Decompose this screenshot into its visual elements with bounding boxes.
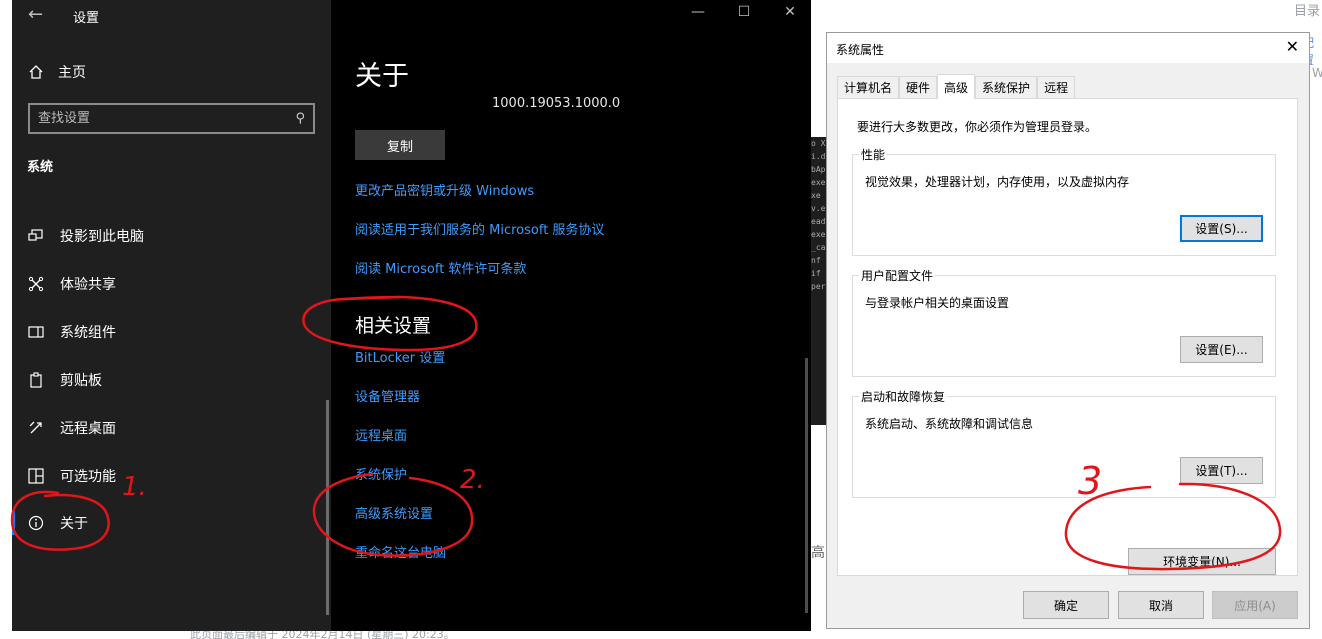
sidebar-item-clipboard[interactable]: 剪贴板	[12, 360, 331, 400]
search-box[interactable]: ⚲	[28, 103, 315, 134]
group-label: 用户配置文件	[859, 267, 936, 284]
minimize-icon[interactable]: —	[689, 4, 707, 20]
bitlocker-link[interactable]: BitLocker 设置	[355, 347, 445, 366]
close-icon[interactable]: ✕	[781, 4, 799, 20]
performance-group: 性能 视觉效果，处理器计划，内存使用，以及虚拟内存 设置(S)...	[852, 146, 1276, 256]
remote-desktop-icon	[29, 421, 42, 434]
home-icon	[29, 65, 43, 79]
copy-button[interactable]: 复制	[355, 130, 445, 160]
cancel-button[interactable]: 取消	[1118, 591, 1204, 619]
tab-computer-name[interactable]: 计算机名	[837, 76, 900, 98]
content-scrollbar[interactable]	[805, 358, 808, 613]
maximize-icon[interactable]: ☐	[735, 4, 753, 20]
group-label: 性能	[859, 146, 888, 163]
group-description: 系统启动、系统故障和调试信息	[865, 417, 1034, 431]
remote-desktop-link[interactable]: 远程桌面	[355, 425, 407, 444]
version-text: 1000.19053.1000.0	[492, 96, 621, 111]
performance-settings-button[interactable]: 设置(S)...	[1180, 215, 1263, 242]
clipboard-icon	[30, 372, 42, 388]
sidebar-item-label: 剪贴板	[60, 373, 102, 389]
sidebar-item-shared-experiences[interactable]: 体验共享	[12, 264, 331, 304]
system-components-icon	[28, 326, 44, 338]
related-settings-title: 相关设置	[355, 315, 432, 337]
tab-system-protection[interactable]: 系统保护	[975, 76, 1038, 98]
app-title: 设置	[73, 11, 100, 26]
tab-advanced[interactable]: 高级	[937, 74, 976, 99]
startup-recovery-group: 启动和故障恢复 系统启动、系统故障和调试信息 设置(T)...	[852, 388, 1276, 498]
group-description: 视觉效果，处理器计划，内存使用，以及虚拟内存	[865, 175, 1130, 189]
system-protection-link[interactable]: 系统保护	[355, 464, 407, 483]
settings-titlebar: ← 设置	[12, 0, 331, 32]
sidebar-scrollbar[interactable]	[326, 400, 329, 615]
tab-remote[interactable]: 远程	[1037, 76, 1076, 98]
home-label: 主页	[58, 65, 86, 81]
info-icon	[28, 515, 44, 531]
sidebar-item-label: 远程桌面	[60, 421, 116, 437]
rename-pc-link[interactable]: 重命名这台电脑	[355, 542, 446, 561]
share-experience-icon	[28, 276, 44, 292]
sidebar-item-remote-desktop[interactable]: 远程桌面	[12, 408, 331, 448]
about-page: — ☐ ✕ 关于 1000.19053.1000.0 复制 更改产品密钥或升级 …	[331, 0, 811, 631]
startup-recovery-settings-button[interactable]: 设置(T)...	[1180, 457, 1263, 484]
advanced-system-settings-link[interactable]: 高级系统设置	[355, 503, 433, 522]
search-input[interactable]	[38, 111, 296, 126]
sidebar-item-about[interactable]: 关于	[12, 503, 331, 543]
sidebar-item-label: 关于	[60, 516, 88, 532]
dialog-close-icon[interactable]: ✕	[1286, 37, 1299, 56]
sidebar-item-label: 投影到此电脑	[60, 229, 144, 245]
dialog-titlebar: 系统属性 ✕	[827, 33, 1309, 63]
group-label: 启动和故障恢复	[859, 388, 948, 405]
admin-note: 要进行大多数更改，你必须作为管理员登录。	[857, 120, 1098, 134]
environment-variables-button[interactable]: 环境变量(N)...	[1128, 548, 1276, 575]
sidebar-item-label: 可选功能	[60, 469, 116, 485]
apply-button[interactable]: 应用(A)	[1212, 591, 1298, 619]
optional-features-icon	[28, 468, 44, 484]
device-manager-link[interactable]: 设备管理器	[355, 386, 420, 405]
user-profiles-settings-button[interactable]: 设置(E)...	[1180, 336, 1263, 363]
service-agreement-link[interactable]: 阅读适用于我们服务的 Microsoft 服务协议	[355, 219, 604, 238]
page-title: 关于	[355, 61, 409, 92]
user-profiles-group: 用户配置文件 与登录帐户相关的桌面设置 设置(E)...	[852, 267, 1276, 377]
system-properties-dialog: 系统属性 ✕ 计算机名 硬件 高级 系统保护 远程 要进行大多数更改，你必须作为…	[826, 32, 1310, 629]
settings-sidebar: ← 设置 主页 ⚲ 系统 投影到此电脑 体验共享 系统组件 剪贴板	[12, 0, 331, 631]
bg-side-text: 高	[811, 545, 825, 561]
window-controls: — ☐ ✕	[689, 4, 799, 20]
search-icon[interactable]: ⚲	[295, 111, 305, 126]
sidebar-item-optional-features[interactable]: 可选功能	[12, 456, 331, 496]
sidebar-item-label: 体验共享	[60, 277, 116, 293]
dialog-title: 系统属性	[836, 43, 885, 57]
group-description: 与登录帐户相关的桌面设置	[865, 296, 1010, 310]
back-arrow-icon[interactable]: ←	[28, 4, 43, 25]
license-terms-link[interactable]: 阅读 Microsoft 软件许可条款	[355, 258, 526, 277]
dialog-tabs: 计算机名 硬件 高级 系统保护 远程	[837, 74, 1076, 99]
section-title: 系统	[27, 160, 54, 175]
tab-hardware[interactable]: 硬件	[899, 76, 938, 98]
settings-window: ← 设置 主页 ⚲ 系统 投影到此电脑 体验共享 系统组件 剪贴板	[12, 0, 811, 631]
bg-toc-label: 目录	[1293, 4, 1320, 19]
sidebar-item-system-components[interactable]: 系统组件	[12, 312, 331, 352]
advanced-tab-panel: 要进行大多数更改，你必须作为管理员登录。 性能 视觉效果，处理器计划，内存使用，…	[837, 98, 1298, 576]
sidebar-item-project[interactable]: 投影到此电脑	[12, 216, 331, 256]
change-product-key-link[interactable]: 更改产品密钥或升级 Windows	[355, 180, 534, 199]
bg-text-fragment: W	[1312, 66, 1322, 80]
home-nav-item[interactable]: 主页	[28, 62, 86, 82]
project-icon	[28, 229, 43, 241]
sidebar-item-label: 系统组件	[60, 325, 116, 341]
ok-button[interactable]: 确定	[1023, 591, 1109, 619]
